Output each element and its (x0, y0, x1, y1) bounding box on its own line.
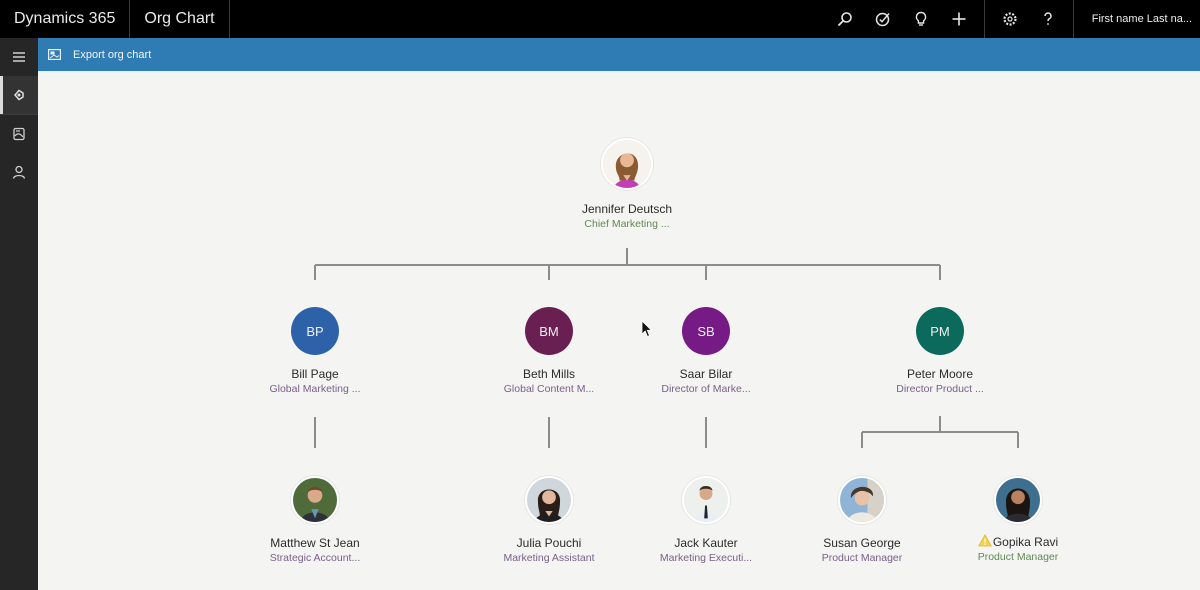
export-org-chart-button[interactable]: Export org chart (48, 49, 151, 61)
top-navigation-bar: Dynamics 365 Org Chart First name Last n… (0, 0, 1200, 38)
org-node[interactable]: BP Bill Page Global Marketing ... (245, 307, 385, 395)
lightbulb-icon[interactable] (902, 0, 940, 38)
org-node[interactable]: PM Peter Moore Director Product ... (870, 307, 1010, 395)
profile-photo-susan (840, 478, 884, 522)
avatar-initials[interactable]: SB (682, 307, 730, 355)
employee-name-with-warning[interactable]: Gopika Ravi (948, 534, 1088, 549)
org-node[interactable]: Susan George Product Manager (792, 476, 932, 564)
employee-title: Product Manager (821, 552, 903, 564)
employee-title: Global Marketing ... (269, 383, 361, 395)
search-icon[interactable] (826, 0, 864, 38)
org-node-root[interactable]: Jennifer Deutsch Chief Marketing ... (557, 138, 697, 230)
employee-name[interactable]: Saar Bilar (636, 367, 776, 381)
rail-item-person[interactable] (0, 153, 38, 191)
profile-photo-julia (527, 478, 571, 522)
org-chart-icon (13, 89, 24, 101)
org-node[interactable]: Gopika Ravi Product Manager (948, 476, 1088, 563)
employee-name[interactable]: Beth Mills (479, 367, 619, 381)
export-image-icon (48, 49, 61, 60)
employee-title: Product Manager (977, 551, 1059, 563)
profile-photo-matthew (293, 478, 337, 522)
employee-title: Global Content M... (503, 383, 595, 395)
avatar[interactable] (601, 138, 653, 190)
avatar[interactable] (838, 476, 886, 524)
avatar-initials[interactable]: BP (291, 307, 339, 355)
avatar-initials[interactable]: BM (525, 307, 573, 355)
command-bar: Export org chart (38, 38, 1200, 71)
settings-icon[interactable] (991, 0, 1029, 38)
user-name[interactable]: First name Last na... (1072, 0, 1200, 38)
avatar[interactable] (994, 476, 1042, 524)
employee-name[interactable]: Peter Moore (870, 367, 1010, 381)
task-icon[interactable] (864, 0, 902, 38)
profile-photo-jack (684, 478, 728, 522)
top-actions (826, 0, 1067, 38)
employee-name[interactable]: Julia Pouchi (479, 536, 619, 550)
add-icon[interactable] (940, 0, 978, 38)
employee-title: Marketing Assistant (503, 552, 595, 564)
org-node[interactable]: Matthew St Jean Strategic Account... (245, 476, 385, 564)
left-rail (0, 38, 38, 590)
org-node[interactable]: Jack Kauter Marketing Executi... (636, 476, 776, 564)
menu-toggle-button[interactable] (0, 38, 38, 76)
brand-name[interactable]: Dynamics 365 (0, 0, 131, 38)
rail-item-contact-card[interactable] (0, 115, 38, 153)
avatar[interactable] (682, 476, 730, 524)
hamburger-icon (13, 52, 25, 62)
app-name[interactable]: Org Chart (130, 0, 230, 38)
avatar[interactable] (525, 476, 573, 524)
employee-name[interactable]: Bill Page (245, 367, 385, 381)
rail-item-org-chart[interactable] (0, 76, 38, 114)
employee-name[interactable]: Susan George (792, 536, 932, 550)
person-icon (12, 165, 26, 179)
org-node[interactable]: SB Saar Bilar Director of Marke... (636, 307, 776, 395)
employee-name[interactable]: Matthew St Jean (245, 536, 385, 550)
org-node[interactable]: Julia Pouchi Marketing Assistant (479, 476, 619, 564)
contact-card-icon (13, 127, 25, 141)
profile-photo-gopika (996, 478, 1040, 522)
warning-icon (977, 534, 992, 547)
employee-name[interactable]: Jack Kauter (636, 536, 776, 550)
employee-name: Gopika Ravi (992, 535, 1059, 549)
mouse-cursor-icon (641, 320, 653, 338)
avatar-initials[interactable]: PM (916, 307, 964, 355)
profile-photo-jennifer (603, 140, 651, 188)
employee-title: Strategic Account... (269, 552, 361, 564)
org-node[interactable]: BM Beth Mills Global Content M... (479, 307, 619, 395)
employee-title: Director of Marke... (661, 383, 751, 395)
employee-name[interactable]: Jennifer Deutsch (557, 202, 697, 216)
divider (983, 0, 985, 38)
employee-title: Director Product ... (896, 383, 984, 395)
export-label: Export org chart (73, 48, 152, 61)
avatar[interactable] (291, 476, 339, 524)
employee-title: Marketing Executi... (659, 552, 753, 564)
help-icon[interactable] (1029, 0, 1067, 38)
employee-title: Chief Marketing ... (584, 218, 670, 230)
